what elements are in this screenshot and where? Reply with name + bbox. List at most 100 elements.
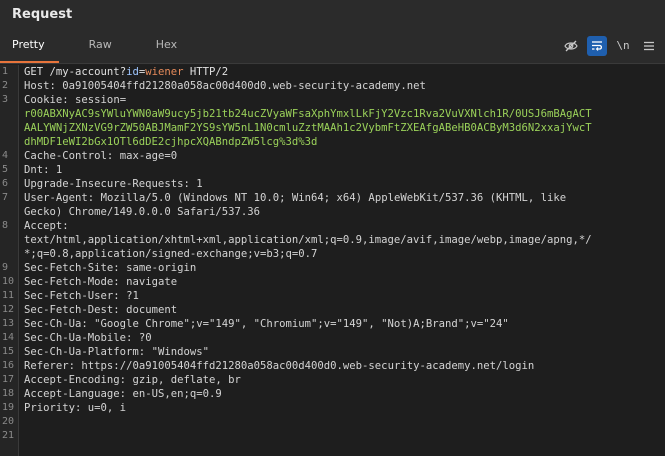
header-accept-encoding: 17 Accept-Encoding: gzip, deflate, br	[0, 373, 665, 387]
header-sec-fetch-dest: 12 Sec-Fetch-Dest: document	[0, 303, 665, 317]
view-tabs: Pretty Raw Hex	[0, 28, 191, 63]
line-number: 4	[2, 150, 9, 161]
word-wrap-icon[interactable]	[587, 35, 607, 56]
cookie-value: AALYWNjZXNzVG9rZW50ABJMamF2YS9sYW5nL1N0c…	[24, 122, 592, 134]
tab-raw[interactable]: Raw	[75, 28, 126, 63]
header-name: Accept:	[24, 220, 69, 232]
empty-line: 20	[0, 415, 665, 429]
header-value: Mozilla/5.0 (Windows NT 10.0; Win64; x64…	[100, 192, 567, 204]
http-version: HTTP/2	[189, 66, 229, 78]
header-value: 1	[196, 178, 203, 190]
header-sec-fetch-user: 11 Sec-Fetch-User: ?1	[0, 289, 665, 303]
line-number: 5	[2, 164, 9, 175]
line-number: 12	[2, 304, 15, 315]
header-accept: 8 Accept:	[0, 219, 665, 233]
header-value: navigate	[126, 276, 178, 288]
header-host: 2 Host: 0a91005404ffd21280a058ac00d400d0…	[0, 79, 665, 93]
request-line: 1 GET /my-account?id=wiener HTTP/2	[0, 65, 665, 79]
request-editor[interactable]: 1 GET /my-account?id=wiener HTTP/2 2 Hos…	[0, 65, 665, 456]
header-value: u=0, i	[87, 402, 127, 414]
line-number: 17	[2, 374, 15, 385]
header-priority: 19 Priority: u=0, i	[0, 401, 665, 415]
header-name: Sec-Fetch-Dest:	[24, 304, 120, 316]
line-number: 15	[2, 346, 15, 357]
header-accept-language: 18 Accept-Language: en-US,en;q=0.9	[0, 387, 665, 401]
cookie-value: r00ABXNyAC9sYWluYWN0aW9ucy5jb21tb24ucZVy…	[24, 108, 592, 120]
header-cache-control: 4 Cache-Control: max-age=0	[0, 149, 665, 163]
header-name: Sec-Ch-Ua:	[24, 318, 88, 330]
header-upgrade-insecure-requests: 6 Upgrade-Insecure-Requests: 1	[0, 177, 665, 191]
editor-tools: \n	[561, 28, 665, 63]
cookie-name: session=	[75, 94, 127, 106]
query-param-name: id	[126, 66, 139, 78]
header-value: "Google Chrome";v="149", "Chromium";v="1…	[94, 318, 509, 330]
line-number: 16	[2, 360, 15, 371]
header-value: gzip, deflate, br	[132, 374, 241, 386]
empty-line: 21	[0, 429, 665, 443]
hamburger-menu-icon-graphic	[644, 41, 654, 50]
line-number: 21	[2, 430, 15, 441]
line-number: 1	[2, 66, 9, 77]
header-value: 1	[55, 164, 63, 176]
line-number: 10	[2, 276, 15, 287]
header-value: en-US,en;q=0.9	[132, 388, 222, 400]
line-number: 14	[2, 332, 15, 343]
tab-hex[interactable]: Hex	[142, 28, 191, 63]
http-method: GET	[24, 66, 44, 78]
header-value: *;q=0.8,application/signed-exchange;v=b3…	[24, 248, 318, 260]
cookie-value-line: dhMDF1eWI2bGx1OTl6dDE2cjhpcXQABndpZW5lcg…	[0, 135, 665, 149]
header-user-agent: 7 User-Agent: Mozilla/5.0 (Windows NT 10…	[0, 191, 665, 205]
line-number: 6	[2, 178, 9, 189]
header-value: Gecko) Chrome/149.0.0.0 Safari/537.36	[24, 206, 260, 218]
header-name: Accept-Encoding:	[24, 374, 127, 386]
header-name: Priority:	[24, 402, 82, 414]
request-panel: Request Pretty Raw Hex \n 1 GET /my-acco…	[0, 0, 665, 456]
header-sec-ch-ua-mobile: 14 Sec-Ch-Ua-Mobile: ?0	[0, 331, 665, 345]
line-number: 8	[2, 220, 9, 231]
header-name: Dnt:	[24, 164, 50, 176]
header-sec-ch-ua: 13 Sec-Ch-Ua: "Google Chrome";v="149", "…	[0, 317, 665, 331]
header-name: Host:	[24, 80, 56, 92]
line-number: 13	[2, 318, 15, 329]
header-value: max-age=0	[119, 150, 178, 162]
header-value: ?1	[126, 290, 139, 302]
header-value-continuation: text/html,application/xhtml+xml,applicat…	[0, 233, 665, 247]
eye-slash-icon-graphic	[564, 40, 578, 51]
header-sec-fetch-mode: 10 Sec-Fetch-Mode: navigate	[0, 275, 665, 289]
header-value: text/html,application/xhtml+xml,applicat…	[24, 234, 592, 246]
header-referer: 16 Referer: https://0a91005404ffd21280a0…	[0, 359, 665, 373]
word-wrap-icon-graphic	[592, 41, 602, 51]
header-name: Sec-Fetch-User:	[24, 290, 120, 302]
line-number: 2	[2, 80, 9, 91]
header-value: same-origin	[126, 262, 197, 274]
header-name: Cache-Control:	[24, 150, 114, 162]
header-value: ?0	[138, 332, 152, 344]
newline-toggle[interactable]: \n	[613, 36, 633, 56]
header-cookie: 3 Cookie: session=	[0, 93, 665, 107]
cookie-value: dhMDF1eWI2bGx1OTl6dDE2cjhpcXQABndpZW5lcg…	[24, 136, 318, 148]
header-name: Cookie:	[24, 94, 69, 106]
header-name: User-Agent:	[24, 192, 95, 204]
line-number: 18	[2, 388, 15, 399]
header-sec-ch-ua-platform: 15 Sec-Ch-Ua-Platform: "Windows"	[0, 345, 665, 359]
hamburger-menu-icon[interactable]	[639, 36, 659, 56]
header-name: Sec-Ch-Ua-Platform:	[24, 346, 146, 358]
line-number: 3	[2, 94, 9, 105]
panel-title: Request	[0, 0, 665, 28]
query-param-value: wiener	[145, 66, 184, 78]
request-path: /my-account?	[49, 66, 127, 78]
header-value-continuation: Gecko) Chrome/149.0.0.0 Safari/537.36	[0, 205, 665, 219]
line-number: 7	[2, 192, 9, 203]
header-sec-fetch-site: 9 Sec-Fetch-Site: same-origin	[0, 261, 665, 275]
header-value: "Windows"	[151, 346, 209, 358]
header-name: Sec-Fetch-Mode:	[24, 276, 120, 288]
eye-slash-icon[interactable]	[561, 36, 581, 56]
cookie-value-line: r00ABXNyAC9sYWluYWN0aW9ucy5jb21tb24ucZVy…	[0, 107, 665, 121]
header-name: Sec-Fetch-Site:	[24, 262, 120, 274]
header-value: https://0a91005404ffd21280a058ac00d400d0…	[81, 360, 535, 372]
header-name: Sec-Ch-Ua-Mobile:	[24, 332, 133, 344]
cookie-value-line: AALYWNjZXNzVG9rZW50ABJMamF2YS9sYW5nL1N0c…	[0, 121, 665, 135]
header-dnt: 5 Dnt: 1	[0, 163, 665, 177]
header-name: Accept-Language:	[24, 388, 127, 400]
tab-pretty[interactable]: Pretty	[0, 28, 59, 63]
